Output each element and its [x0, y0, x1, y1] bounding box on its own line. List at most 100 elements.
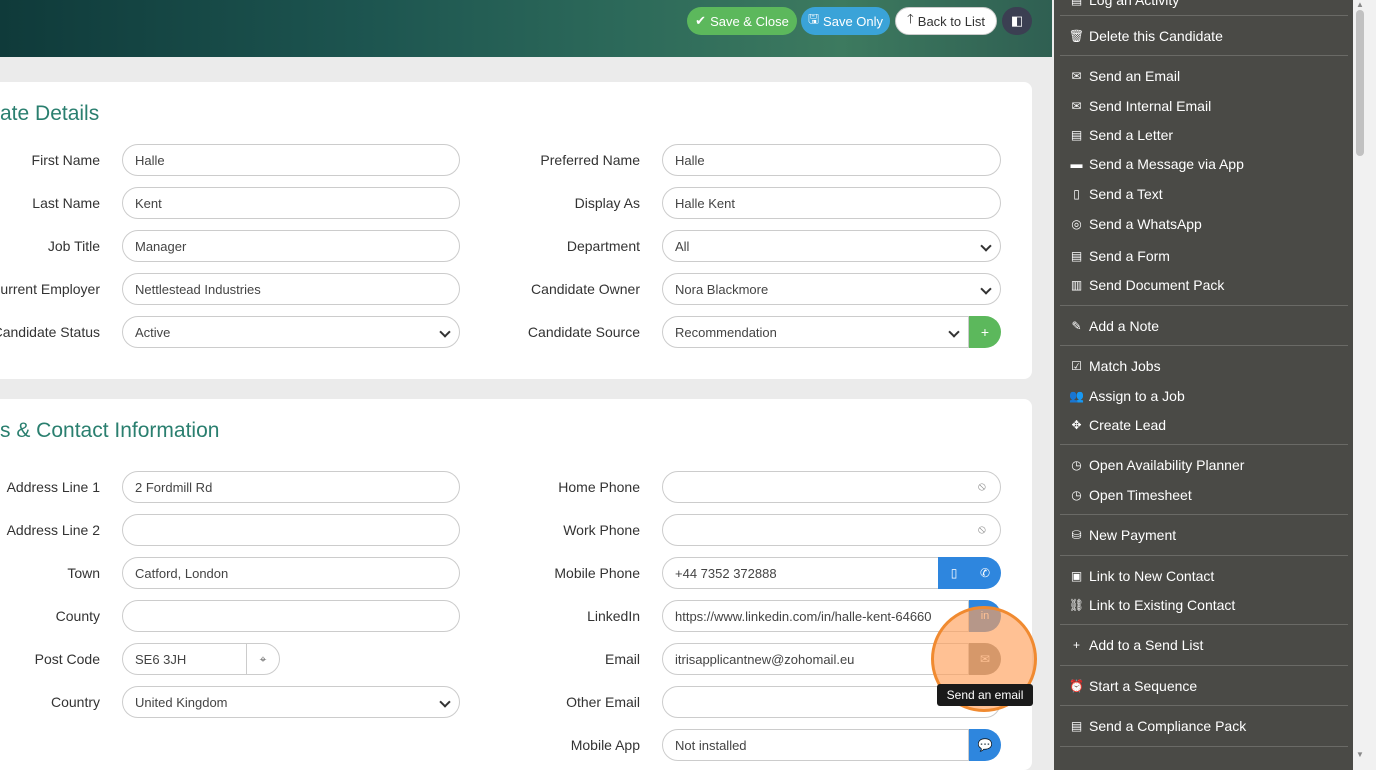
preferred-name-label: Preferred Name: [540, 152, 640, 168]
mobile-phone-input[interactable]: +44 7352 372888: [662, 557, 939, 589]
mobile-icon: ▯: [950, 566, 958, 580]
linkedin-label: LinkedIn: [587, 608, 640, 624]
town-input[interactable]: Catford, London: [122, 557, 460, 589]
menu-divider: [1060, 514, 1348, 515]
candidate-source-label: Candidate Source: [527, 324, 640, 340]
menu-send-email[interactable]: ✉ Send an Email: [1070, 68, 1180, 84]
alarm-icon: ⏰: [1069, 679, 1084, 693]
job-title-label: Job Title: [47, 238, 100, 254]
clipboard-icon: ▤: [1070, 0, 1083, 7]
menu-assign-job[interactable]: 👥 Assign to a Job: [1069, 388, 1185, 404]
email-input[interactable]: itrisapplicantnew@zohomail.eu: [662, 643, 969, 675]
first-name-input[interactable]: Halle: [122, 144, 460, 176]
home-phone-label: Home Phone: [558, 479, 640, 495]
last-name-label: Last Name: [32, 195, 100, 211]
other-email-label: Other Email: [566, 694, 640, 710]
menu-delete-candidate[interactable]: 🗑 Delete this Candidate: [1068, 28, 1223, 44]
locate-postcode-button[interactable]: ⌖: [246, 643, 280, 675]
save-only-button[interactable]: 🖫 Save Only: [801, 7, 890, 35]
county-input[interactable]: [122, 600, 460, 632]
toggle-panel-button[interactable]: ◧: [1002, 7, 1032, 35]
menu-send-whatsapp[interactable]: ◎ Send a WhatsApp: [1070, 216, 1202, 232]
clock-icon: ◷: [1071, 488, 1082, 502]
menu-match-jobs[interactable]: ☑ Match Jobs: [1070, 358, 1160, 374]
menu-availability-planner[interactable]: ◷ Open Availability Planner: [1070, 457, 1244, 473]
candidate-source-select[interactable]: Recommendation: [662, 316, 969, 348]
envelope-icon: ✉: [1071, 99, 1082, 113]
chat-icon: ▬: [1070, 157, 1083, 171]
mobile-phone-label: Mobile Phone: [554, 565, 640, 581]
last-name-input[interactable]: Kent: [122, 187, 460, 219]
no-call-icon[interactable]: ⦸: [978, 522, 992, 536]
menu-send-letter[interactable]: ▤ Send a Letter: [1070, 127, 1173, 143]
country-select[interactable]: United Kingdom: [122, 686, 460, 718]
menu-start-sequence[interactable]: ⏰ Start a Sequence: [1069, 678, 1197, 694]
current-employer-input[interactable]: Nettlestead Industries: [122, 273, 460, 305]
job-title-input[interactable]: Manager: [122, 230, 460, 262]
menu-send-app-message[interactable]: ▬ Send a Message via App: [1070, 156, 1244, 172]
menu-divider: [1060, 555, 1348, 556]
menu-send-form[interactable]: ▤ Send a Form: [1070, 248, 1170, 264]
section-title: s & Contact Information: [0, 419, 220, 442]
menu-divider: [1060, 444, 1348, 445]
linkedin-input[interactable]: https://www.linkedin.com/in/halle-kent-6…: [662, 600, 969, 632]
preferred-name-input[interactable]: Halle: [662, 144, 1001, 176]
menu-add-send-list[interactable]: + Add to a Send List: [1070, 637, 1203, 653]
menu-divider: [1060, 705, 1348, 706]
clipboard-icon: ▤: [1070, 719, 1083, 733]
menu-add-note[interactable]: ✎ Add a Note: [1070, 318, 1159, 334]
scroll-down-arrow-icon[interactable]: ▼: [1356, 750, 1364, 759]
town-label: Town: [67, 565, 100, 581]
menu-send-compliance-pack[interactable]: ▤ Send a Compliance Pack: [1070, 718, 1246, 734]
work-phone-label: Work Phone: [563, 522, 640, 538]
edit-icon: ✎: [1071, 319, 1082, 333]
candidate-owner-select[interactable]: Nora Blackmore: [662, 273, 1001, 305]
menu-send-document-pack[interactable]: ▥ Send Document Pack: [1070, 277, 1225, 293]
work-phone-input[interactable]: ⦸: [662, 514, 1001, 546]
no-call-icon[interactable]: ⦸: [978, 479, 992, 493]
menu-send-internal-email[interactable]: ✉ Send Internal Email: [1070, 98, 1211, 114]
floppy-icon: 🖫: [807, 11, 820, 26]
menu-new-payment[interactable]: ⛁ New Payment: [1070, 527, 1176, 543]
candidate-status-select[interactable]: Active: [122, 316, 460, 348]
display-as-input[interactable]: Halle Kent: [662, 187, 1001, 219]
address-line1-input[interactable]: 2 Fordmill Rd: [122, 471, 460, 503]
display-as-label: Display As: [574, 195, 640, 211]
post-code-input[interactable]: SE6 3JH: [122, 643, 247, 675]
trash-icon: 🗑: [1068, 29, 1085, 43]
back-to-list-button[interactable]: 🡑 Back to List: [895, 7, 997, 35]
address-line1-label: Address Line 1: [6, 479, 100, 495]
send-text-button[interactable]: ▯: [938, 557, 970, 589]
menu-link-new-contact[interactable]: ▣ Link to New Contact: [1070, 568, 1214, 584]
menu-create-lead[interactable]: ✥ Create Lead: [1070, 417, 1166, 433]
menu-log-activity[interactable]: ▤ Log an Activity: [1070, 0, 1179, 8]
menu-divider: [1060, 746, 1348, 747]
address-line2-input[interactable]: [122, 514, 460, 546]
menu-divider: [1060, 624, 1348, 625]
save-close-button[interactable]: ✔ Save & Close: [687, 7, 797, 35]
tooltip: Send an email: [937, 684, 1033, 706]
actions-sidebar: ▤ Log an Activity 🗑 Delete this Candidate …: [1054, 0, 1353, 770]
panel-icon: ◧: [1010, 13, 1024, 28]
scroll-thumb[interactable]: [1356, 10, 1364, 156]
mobile-icon: ▯: [1073, 187, 1080, 201]
department-select[interactable]: All: [662, 230, 1001, 262]
menu-divider: [1060, 15, 1348, 16]
whatsapp-icon: ◎: [1071, 217, 1082, 231]
call-button[interactable]: ✆: [969, 557, 1001, 589]
envelope-icon: ✉: [1071, 69, 1082, 83]
menu-send-text[interactable]: ▯ Send a Text: [1070, 186, 1163, 202]
contact-card-icon: ▣: [1070, 569, 1083, 583]
candidate-details-card: ate Details First Name Halle Last Name K…: [0, 82, 1032, 379]
link-icon: ⛓: [1068, 598, 1085, 612]
email-label: Email: [604, 651, 640, 667]
send-app-message-button[interactable]: 💬: [969, 729, 1001, 761]
scroll-up-arrow-icon[interactable]: ▲: [1356, 0, 1364, 9]
home-phone-input[interactable]: ⦸: [662, 471, 1001, 503]
section-title: ate Details: [0, 102, 100, 125]
address-line2-label: Address Line 2: [6, 522, 100, 538]
menu-link-existing-contact[interactable]: ⛓ Link to Existing Contact: [1068, 597, 1235, 613]
add-source-button[interactable]: +: [969, 316, 1001, 348]
menu-open-timesheet[interactable]: ◷ Open Timesheet: [1070, 487, 1191, 503]
users-icon: 👥: [1069, 389, 1084, 403]
